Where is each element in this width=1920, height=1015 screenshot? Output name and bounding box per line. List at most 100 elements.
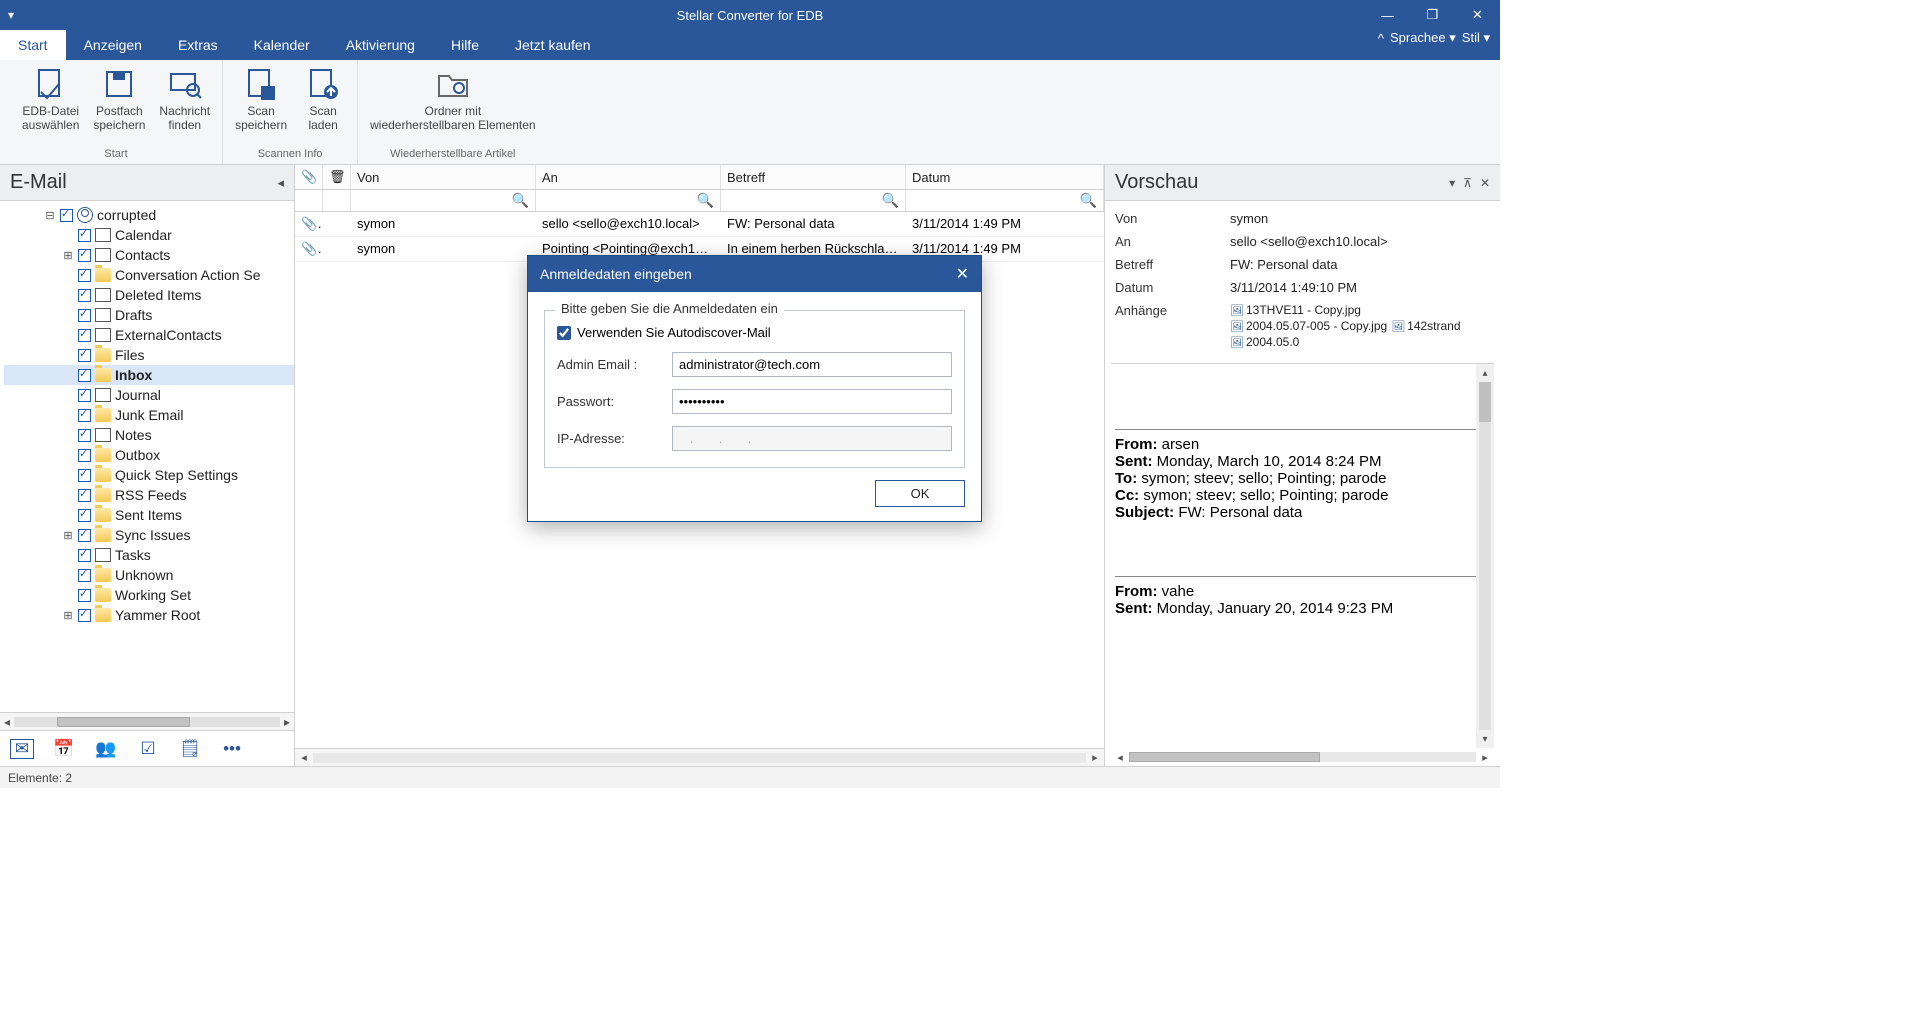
checkbox[interactable]: [78, 589, 91, 602]
checkbox[interactable]: [78, 529, 91, 542]
tree-item[interactable]: ·Tasks: [4, 545, 294, 565]
col-delete-icon[interactable]: 🗑: [323, 165, 351, 189]
tree-item[interactable]: ·Working Set: [4, 585, 294, 605]
col-attachment-icon[interactable]: 📎: [295, 165, 323, 189]
checkbox[interactable]: [78, 389, 91, 402]
nav-calendar-icon[interactable]: 📅: [52, 739, 76, 759]
checkbox[interactable]: [78, 249, 91, 262]
preview-close-icon[interactable]: ✕: [1480, 176, 1490, 190]
tree-item[interactable]: ·Files: [4, 345, 294, 365]
checkbox[interactable]: [78, 469, 91, 482]
search-an-icon[interactable]: 🔍: [697, 192, 714, 209]
nav-more-icon[interactable]: •••: [220, 739, 244, 759]
checkbox[interactable]: [78, 489, 91, 502]
preview-pin-icon[interactable]: ⊼: [1463, 176, 1472, 190]
btn-edb-select[interactable]: EDB-Dateiauswählen: [16, 64, 85, 146]
language-dropdown[interactable]: Sprachee ▾: [1390, 30, 1456, 46]
tree-item[interactable]: ·Calendar: [4, 225, 294, 245]
collapse-pane-icon[interactable]: ◂: [277, 175, 284, 191]
preview-dropdown-icon[interactable]: ▾: [1449, 176, 1455, 190]
tab-jetzt-kaufen[interactable]: Jetzt kaufen: [497, 30, 609, 60]
btn-postfach-save[interactable]: Postfachspeichern: [87, 64, 151, 146]
autodiscover-checkbox[interactable]: [557, 326, 571, 340]
col-betreff[interactable]: Betreff: [721, 165, 906, 189]
expand-icon[interactable]: ⊞: [62, 609, 74, 622]
folder-tree[interactable]: ⊟corrupted·Calendar⊞Contacts·Conversatio…: [0, 201, 294, 712]
tab-extras[interactable]: Extras: [160, 30, 236, 60]
close-button[interactable]: ✕: [1455, 0, 1500, 30]
checkbox[interactable]: [60, 209, 73, 222]
nav-mail-icon[interactable]: ✉: [10, 739, 34, 759]
checkbox[interactable]: [78, 449, 91, 462]
tree-item[interactable]: ·Outbox: [4, 445, 294, 465]
checkbox[interactable]: [78, 369, 91, 382]
btn-scan-save[interactable]: Scanspeichern: [229, 64, 293, 146]
maximize-button[interactable]: ❐: [1410, 0, 1455, 30]
checkbox[interactable]: [78, 229, 91, 242]
tree-item[interactable]: ·Conversation Action Se: [4, 265, 294, 285]
ribbon-collapse-icon[interactable]: ^: [1378, 31, 1384, 46]
grid-hscroll[interactable]: ◂▸: [295, 748, 1104, 766]
checkbox[interactable]: [78, 509, 91, 522]
search-datum-icon[interactable]: 🔍: [1080, 192, 1097, 209]
checkbox[interactable]: [78, 549, 91, 562]
tree-item[interactable]: ·Unknown: [4, 565, 294, 585]
nav-tasks-icon[interactable]: ☑: [136, 739, 160, 759]
attachment-item[interactable]: 🖼2004.05.07-005 - Copy.jpg: [1230, 319, 1387, 333]
nav-notes-icon[interactable]: 🗒: [178, 739, 202, 759]
titlebar-chevron-icon[interactable]: ▾: [8, 8, 14, 22]
attachment-item[interactable]: 🖼2004.05.0: [1230, 335, 1299, 349]
table-row[interactable]: 📎symonsello <sello@exch10.local>FW: Pers…: [295, 212, 1104, 237]
col-datum[interactable]: Datum: [906, 165, 1104, 189]
tab-anzeigen[interactable]: Anzeigen: [66, 30, 160, 60]
tree-item[interactable]: ·Journal: [4, 385, 294, 405]
style-dropdown[interactable]: Stil ▾: [1462, 30, 1490, 46]
attachment-item[interactable]: 🖼142strand: [1391, 319, 1460, 333]
tree-item[interactable]: ·Drafts: [4, 305, 294, 325]
search-von-icon[interactable]: 🔍: [512, 192, 529, 209]
col-von[interactable]: Von: [351, 165, 536, 189]
expand-icon[interactable]: ⊞: [62, 249, 74, 262]
expand-icon[interactable]: ⊟: [44, 209, 56, 222]
tree-item[interactable]: ⊟corrupted: [4, 205, 294, 225]
tree-item[interactable]: ·RSS Feeds: [4, 485, 294, 505]
tab-kalender[interactable]: Kalender: [236, 30, 328, 60]
dialog-title-bar[interactable]: Anmeldedaten eingeben ✕: [528, 256, 981, 292]
checkbox[interactable]: [78, 569, 91, 582]
expand-icon[interactable]: ⊞: [62, 529, 74, 542]
tab-hilfe[interactable]: Hilfe: [433, 30, 497, 60]
checkbox[interactable]: [78, 429, 91, 442]
tree-item[interactable]: ·Sent Items: [4, 505, 294, 525]
tree-item[interactable]: ·Notes: [4, 425, 294, 445]
btn-recoverable-folder[interactable]: Ordner mitwiederherstellbaren Elementen: [364, 64, 541, 146]
attachment-item[interactable]: 🖼13THVE11 - Copy.jpg: [1230, 303, 1361, 317]
checkbox[interactable]: [78, 609, 91, 622]
btn-scan-load[interactable]: Scanladen: [295, 64, 351, 146]
tree-item[interactable]: ⊞Yammer Root: [4, 605, 294, 625]
tree-item[interactable]: ⊞Contacts: [4, 245, 294, 265]
checkbox[interactable]: [78, 329, 91, 342]
password-field[interactable]: [672, 389, 952, 414]
checkbox[interactable]: [78, 349, 91, 362]
col-an[interactable]: An: [536, 165, 721, 189]
search-betreff-icon[interactable]: 🔍: [882, 192, 899, 209]
tree-item[interactable]: ·ExternalContacts: [4, 325, 294, 345]
ok-button[interactable]: OK: [875, 480, 965, 507]
tab-start[interactable]: Start: [0, 30, 66, 60]
tree-item[interactable]: ·Quick Step Settings: [4, 465, 294, 485]
minimize-button[interactable]: —: [1365, 0, 1410, 30]
preview-hscroll[interactable]: ◂▸: [1111, 748, 1494, 766]
nav-people-icon[interactable]: 👥: [94, 739, 118, 759]
checkbox[interactable]: [78, 269, 91, 282]
checkbox[interactable]: [78, 309, 91, 322]
tab-aktivierung[interactable]: Aktivierung: [328, 30, 433, 60]
tree-item[interactable]: ·Deleted Items: [4, 285, 294, 305]
folder-hscroll[interactable]: ◂▸: [0, 712, 294, 730]
tree-item[interactable]: ·Junk Email: [4, 405, 294, 425]
btn-find-message[interactable]: Nachrichtfinden: [153, 64, 216, 146]
tree-item[interactable]: ⊞Sync Issues: [4, 525, 294, 545]
preview-vscroll[interactable]: ▴▾: [1476, 364, 1494, 748]
checkbox[interactable]: [78, 409, 91, 422]
dialog-close-icon[interactable]: ✕: [956, 264, 969, 284]
tree-item[interactable]: ·Inbox: [4, 365, 294, 385]
